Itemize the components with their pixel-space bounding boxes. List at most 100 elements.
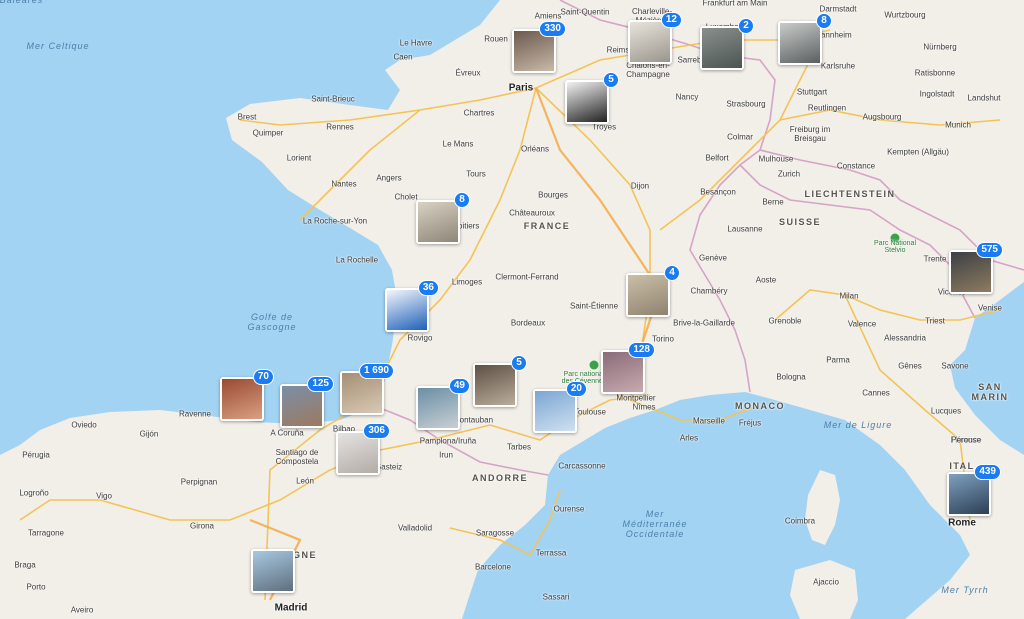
map-label-country: GNE	[292, 550, 318, 560]
map-label-city: Saint-Quentin	[560, 7, 610, 17]
map-label-country: MONACO	[735, 401, 785, 411]
map-label-city: Karlsruhe	[820, 61, 856, 71]
map-label-city: León	[296, 476, 314, 486]
map-label-city: Angers	[376, 173, 402, 183]
map-label-city: Munich	[945, 120, 971, 130]
photo-cluster-reims[interactable]: 12	[628, 12, 682, 64]
map-label-sea: Mer Méditerranée Occidentale	[622, 509, 688, 539]
map-label-city: Quimper	[252, 128, 284, 138]
map-label-city: Bologna	[776, 372, 806, 382]
photo-thumbnail	[630, 22, 670, 62]
map-label-city: Lausanne	[727, 224, 763, 234]
map-label-city: Bourges	[538, 190, 568, 200]
map-label-sea: Mer Tyrrh	[941, 585, 989, 595]
map-label-city: Lucques	[930, 406, 962, 416]
map-label-city: Aveiro	[70, 605, 94, 615]
photo-cluster-pamplona[interactable]: 306	[336, 423, 390, 475]
map-label-city: Tours	[466, 169, 486, 179]
map-label-sea: Mer Celtique	[26, 41, 90, 51]
photo-thumbnail	[603, 352, 643, 392]
park-icon	[589, 360, 599, 370]
photo-cluster-lyon[interactable]: 4	[626, 265, 680, 317]
map-label-city: Valence	[847, 319, 877, 329]
map-label-city: Châteauroux	[509, 208, 555, 218]
map-label-city: Bordeaux	[510, 318, 546, 328]
photo-count-badge: 2	[738, 18, 754, 34]
map-label-city: Limoges	[451, 277, 483, 287]
map-label-city: Pérugia	[22, 450, 50, 460]
map-label-city: Cannes	[862, 388, 890, 398]
map-label-city: Irun	[439, 450, 453, 460]
map-label-country: LIECHTENSTEIN	[804, 189, 896, 199]
photo-cluster-luxembourg[interactable]: 2	[700, 18, 754, 70]
map-label-city: Clermont-Ferrand	[495, 272, 559, 282]
photo-thumbnail	[418, 202, 458, 242]
photo-thumbnail	[535, 391, 575, 431]
map-label-city: Gijón	[139, 429, 159, 439]
map-label-city: A Coruña	[270, 428, 304, 438]
map-label-city: Logroño	[19, 488, 49, 498]
photo-cluster-troyes[interactable]: 5	[565, 72, 619, 124]
map-label-city: Le Mans	[442, 139, 474, 149]
map-label-city: Alessandria	[884, 333, 926, 343]
map-label-city: Belfort	[705, 153, 729, 163]
map-label-city: Constance	[836, 161, 876, 171]
photo-cluster-paris[interactable]: 330	[512, 21, 566, 73]
photo-thumbnail	[949, 474, 989, 514]
map-label-city: Orléans	[520, 144, 550, 154]
map-label-city: Cholet	[394, 192, 418, 202]
map-label-city: Pérouse	[951, 435, 981, 445]
map-label-city: Triest	[925, 316, 945, 326]
map-label-city: Girona	[189, 521, 215, 531]
map-label-city: Amiens	[534, 11, 562, 21]
photo-thumbnail	[387, 290, 427, 330]
map-label-city: Mulhouse	[758, 154, 794, 164]
map-label-city: Nancy	[675, 92, 699, 102]
photo-count-badge: 5	[511, 355, 527, 371]
photo-cluster-n-mes[interactable]: 128	[601, 342, 655, 394]
map-label-city: Freiburg im Breisgau	[789, 125, 831, 143]
photo-thumbnail	[702, 28, 742, 68]
map-label-city: Rennes	[326, 122, 354, 132]
photo-thumbnail	[475, 365, 515, 405]
map-label-city: Augsbourg	[862, 112, 902, 122]
photo-cluster-mannheim[interactable]: 8	[778, 13, 832, 65]
map-label-city: Zurich	[777, 169, 801, 179]
photo-count-badge: 1 690	[358, 363, 394, 379]
map-label-sea: Mer des Baléares	[0, 0, 44, 5]
photo-cluster-bilbao[interactable]: 125	[280, 376, 334, 428]
photo-cluster-montpellier[interactable]: 20	[533, 381, 587, 433]
map-label-city: Le Havre	[399, 38, 433, 48]
photo-count-badge: 306	[363, 423, 390, 439]
photo-cluster-bordeaux[interactable]: 36	[385, 280, 439, 332]
map-label-city: Porto	[26, 582, 46, 592]
photo-count-badge: 8	[816, 13, 832, 29]
map-label-city: Saragosse	[475, 528, 515, 538]
map-label-country: SUISSE	[778, 217, 822, 227]
map-label-city: Braga	[14, 560, 36, 570]
map-label-city: Milan	[839, 291, 859, 301]
map-label-city: Tarbes	[506, 442, 532, 452]
photo-cluster-poitiers[interactable]: 8	[416, 192, 470, 244]
map-label-city: Besançon	[700, 187, 736, 197]
photo-cluster-rome[interactable]: 439	[947, 464, 1001, 516]
map-label-city: Barcelone	[474, 562, 512, 572]
photo-cluster-irun[interactable]: 1 690	[340, 363, 394, 415]
map-label-city: Ratisbonne	[914, 68, 956, 78]
map-label-city: Aoste	[755, 275, 777, 285]
map-label-city: Parma	[826, 355, 850, 365]
map-label-city: Coimbra	[784, 516, 816, 526]
photo-cluster-gij-n[interactable]: 70	[220, 369, 274, 421]
photo-cluster-toulouse[interactable]: 5	[473, 355, 527, 407]
photo-cluster-madrid[interactable]	[251, 549, 295, 593]
map-label-city: Ravenne	[178, 409, 212, 419]
map-label-city: Chartres	[463, 108, 495, 118]
photo-cluster-trente[interactable]: 575	[949, 242, 1003, 294]
photo-cluster-tarbes[interactable]: 49	[416, 378, 470, 430]
map-label-city: Lorient	[286, 153, 312, 163]
map-label-city: Ajaccio	[813, 577, 839, 587]
photo-thumbnail	[780, 23, 820, 63]
photo-thumbnail	[628, 275, 668, 315]
photo-count-badge: 439	[974, 464, 1001, 480]
map-label-sea: Mer de Ligure	[823, 420, 893, 430]
